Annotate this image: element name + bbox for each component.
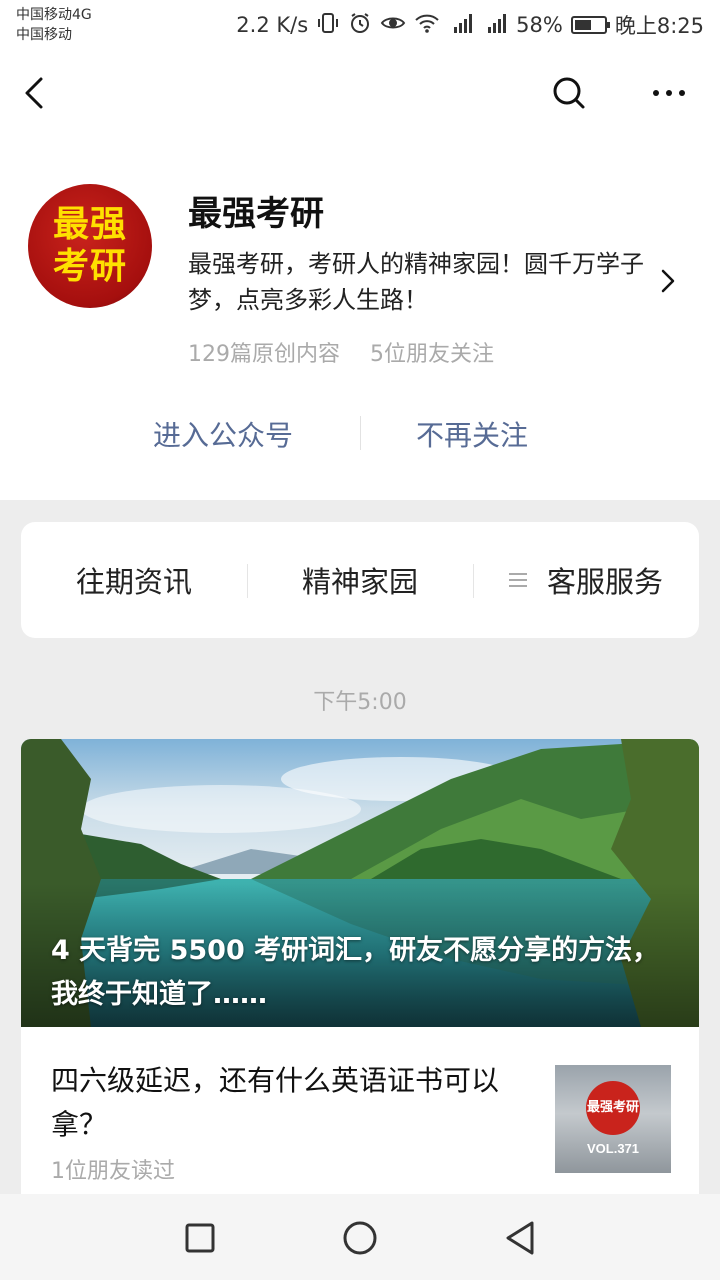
top-navigation <box>0 50 720 136</box>
description-chevron[interactable] <box>656 266 680 296</box>
menu-item-past-news[interactable]: 往期资讯 <box>21 522 247 638</box>
circle-icon <box>343 1221 377 1255</box>
action-divider <box>360 416 361 450</box>
battery-level <box>574 20 591 30</box>
signal-e-icon <box>482 11 508 40</box>
thumbnail-badge: 最强考研 <box>586 1081 640 1135</box>
battery-icon <box>570 16 610 34</box>
status-indicators: 2.2 K/s 58% 晚上8:25 <box>236 10 704 40</box>
friends-following[interactable]: 5位朋友关注 <box>370 336 494 368</box>
menu-item-label: 精神家园 <box>301 565 418 599</box>
signal-4g-icon <box>448 11 474 40</box>
carrier-info: 中国移动4G 中国移动 <box>16 5 92 45</box>
original-count: 129篇原创内容 <box>188 342 340 367</box>
account-profile: 最强考研 最强考研 最强考研，考研人的精神家园！圆千万学子梦，点亮多彩人生路！ … <box>0 136 720 500</box>
account-actions: 进入公众号 不再关注 <box>0 406 720 456</box>
account-stats: 129篇原创内容 5位朋友关注 <box>188 336 494 368</box>
alarm-icon <box>348 11 372 40</box>
carrier-secondary: 中国移动 <box>16 27 72 43</box>
enter-account-button[interactable]: 进入公众号 <box>153 414 293 454</box>
chevron-left-icon <box>25 77 43 109</box>
menu-item-customer-service[interactable]: 客服服务 <box>473 522 699 638</box>
square-icon <box>185 1223 215 1253</box>
account-description[interactable]: 最强考研，考研人的精神家园！圆千万学子梦，点亮多彩人生路！ <box>188 246 658 318</box>
wifi-icon <box>414 11 440 40</box>
sub-article-title: 四六级延迟，还有什么英语证书可以拿？ <box>51 1064 500 1141</box>
unfollow-button[interactable]: 不再关注 <box>416 414 528 454</box>
search-icon <box>553 77 585 109</box>
message-timestamp: 下午5:00 <box>313 690 407 715</box>
status-bar: 中国移动4G 中国移动 2.2 K/s 58% 晚上8:25 <box>0 0 720 50</box>
home-button[interactable] <box>338 1216 382 1260</box>
battery-percent: 58% <box>516 13 563 37</box>
vibrate-icon <box>316 11 340 40</box>
triangle-back-icon <box>506 1221 534 1255</box>
sub-article-thumbnail: 最强考研 VOL.371 <box>555 1065 671 1173</box>
hero-article-title: 4 天背完 5500 考研词汇，研友不愿分享的方法，我终于知道了…… <box>51 935 660 1010</box>
carrier-primary: 中国移动4G <box>16 7 92 23</box>
network-speed: 2.2 K/s <box>236 13 309 37</box>
sub-article-read-count: 1位朋友读过 <box>51 1159 175 1184</box>
system-navigation-bar <box>0 1194 720 1280</box>
back-nav-button[interactable] <box>498 1216 542 1260</box>
thumbnail-volume: VOL.371 <box>586 1141 640 1156</box>
back-button[interactable] <box>10 68 60 118</box>
menu-item-label: 往期资讯 <box>75 565 192 599</box>
menu-item-label: 客服服务 <box>546 565 663 599</box>
search-button[interactable] <box>544 68 594 118</box>
recents-button[interactable] <box>178 1216 222 1260</box>
article-card: 4 天背完 5500 考研词汇，研友不愿分享的方法，我终于知道了…… 四六级延迟… <box>21 739 699 1209</box>
sub-article[interactable]: 四六级延迟，还有什么英语证书可以拿？ 1位朋友读过 最强考研 VOL.371 <box>21 1027 699 1209</box>
clock: 晚上8:25 <box>614 14 704 38</box>
account-name: 最强考研 <box>188 194 324 234</box>
more-button[interactable] <box>644 68 694 118</box>
menu-item-spirit-home[interactable]: 精神家园 <box>247 522 473 638</box>
submenu-icon <box>508 572 527 588</box>
chevron-right-icon <box>661 269 675 293</box>
more-icon <box>653 90 685 96</box>
avatar-text: 最强考研 <box>52 204 127 287</box>
avatar[interactable]: 最强考研 <box>28 184 152 308</box>
eye-icon <box>380 11 406 40</box>
hero-article[interactable]: 4 天背完 5500 考研词汇，研友不愿分享的方法，我终于知道了…… <box>21 739 699 1027</box>
account-menu: 往期资讯 精神家园 客服服务 <box>21 522 699 638</box>
